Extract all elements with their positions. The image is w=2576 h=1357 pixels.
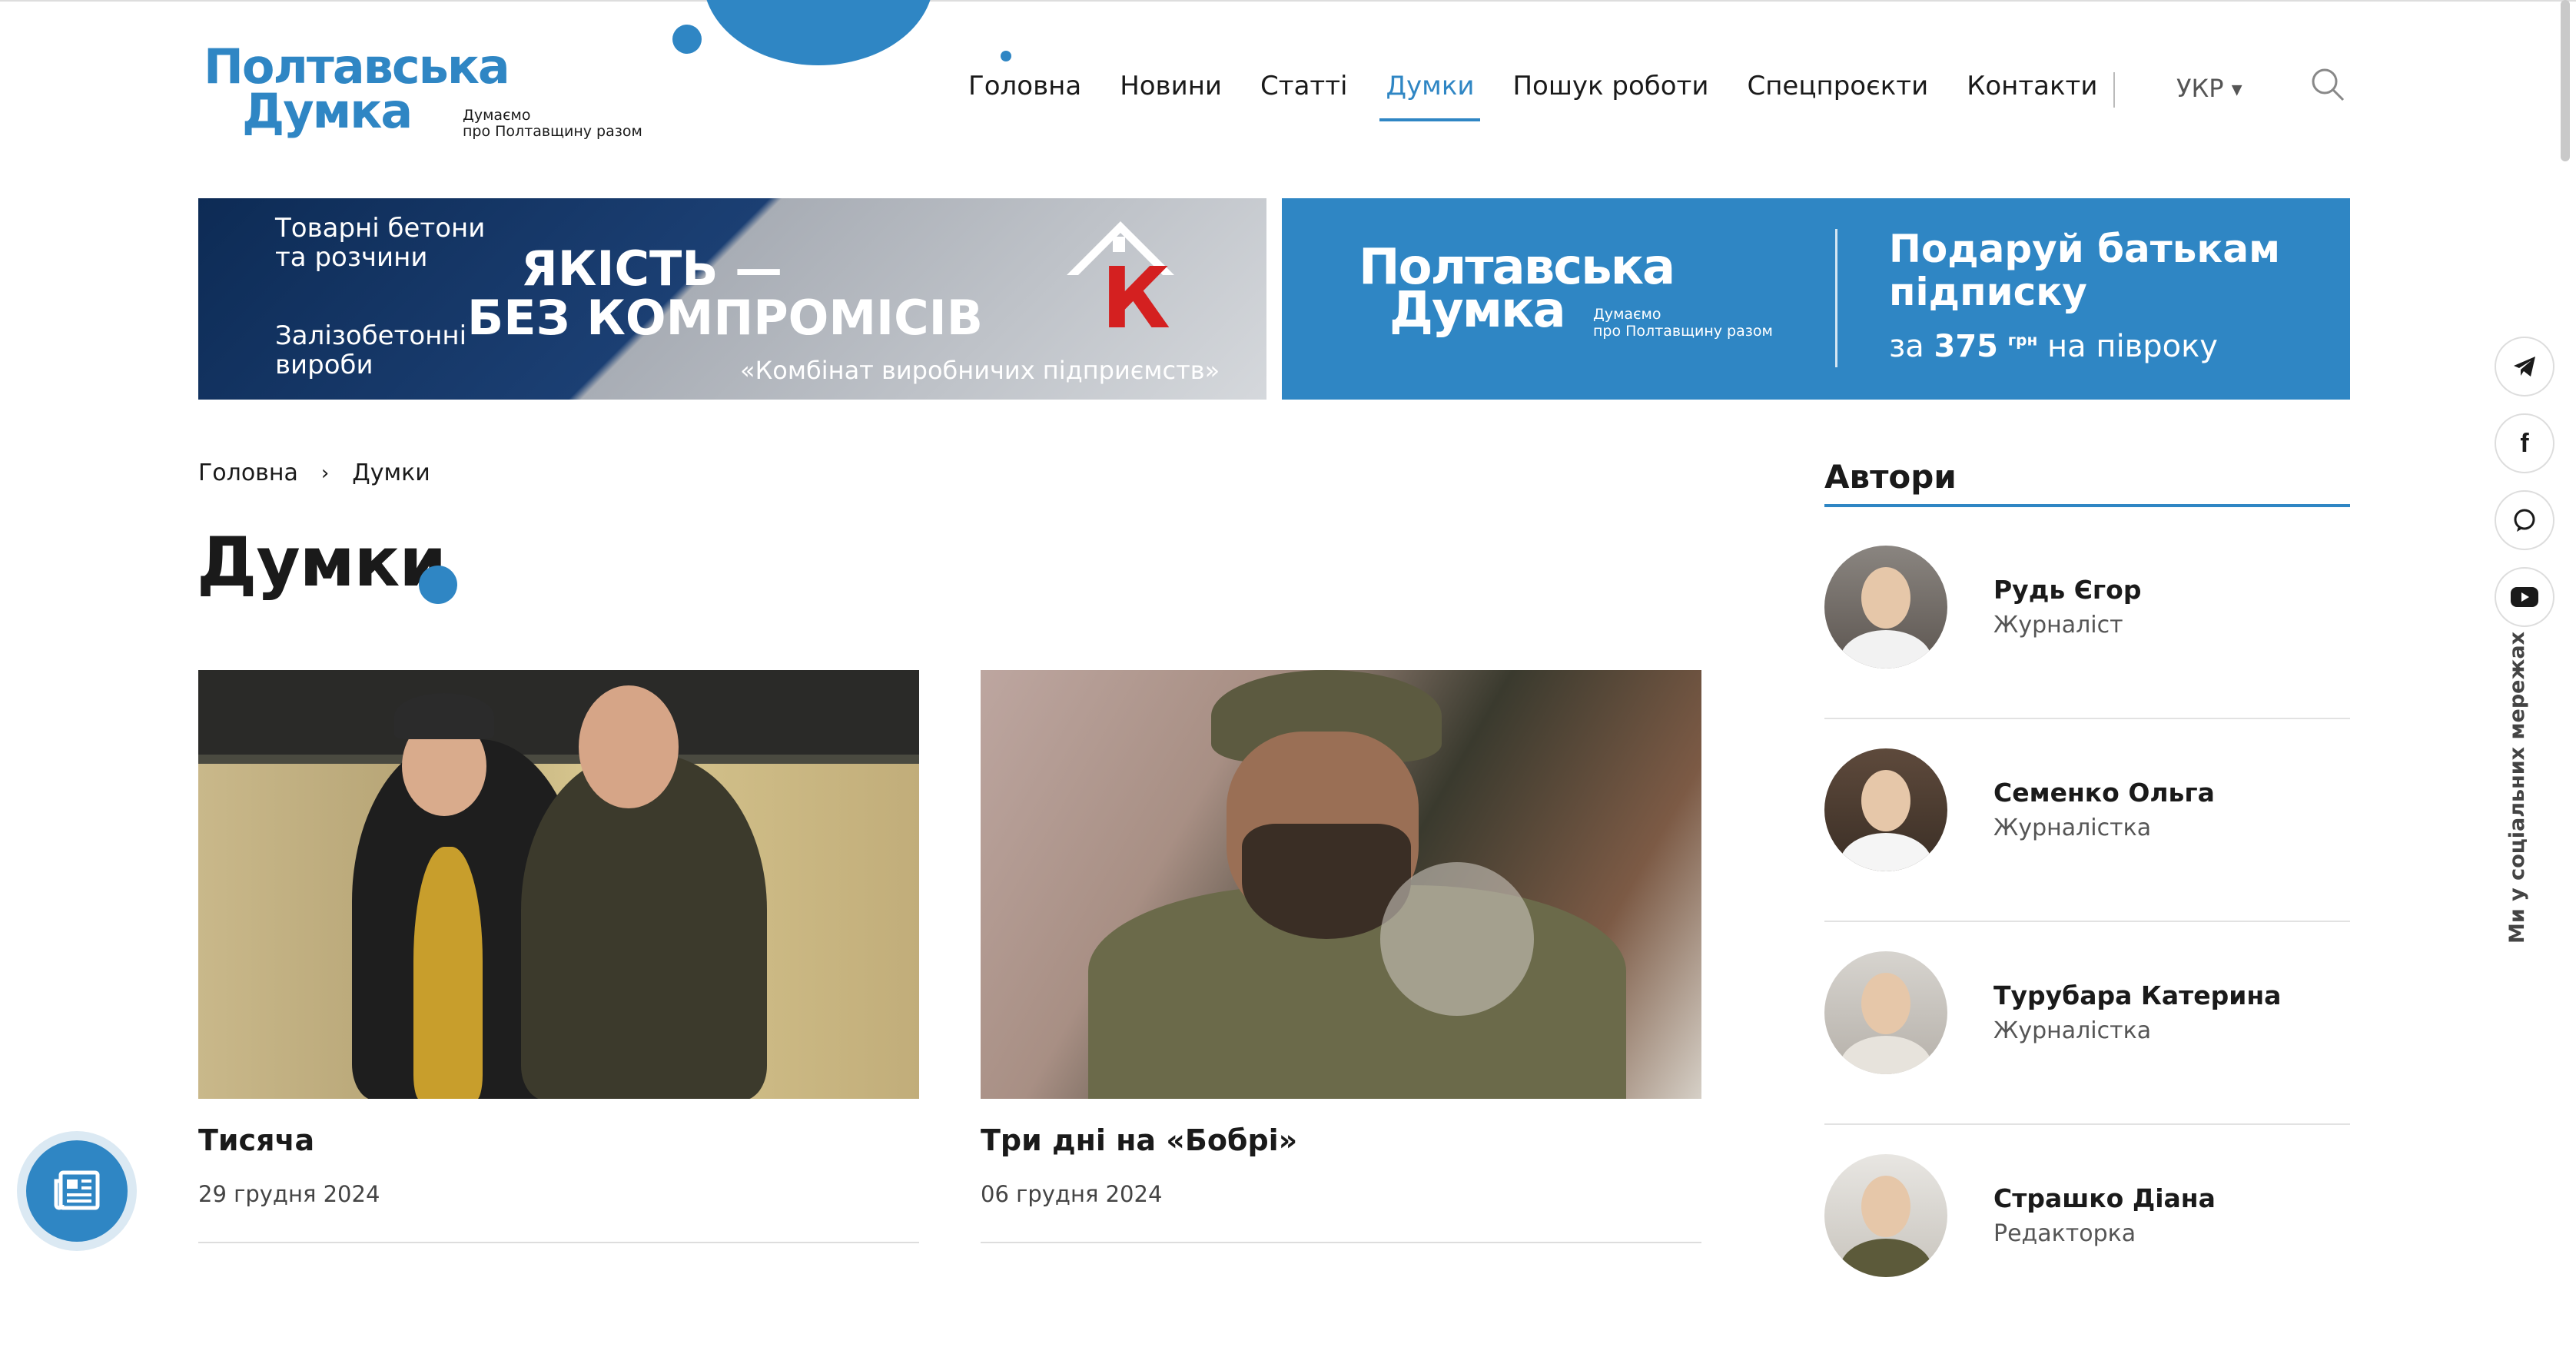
logo-tagline: Думаємо про Полтавщину разом [463,108,642,140]
banner-text-1: Товарні бетони та розчини [275,214,485,272]
avatar-body [1840,630,1932,669]
article-title[interactable]: Тисяча [198,1123,314,1157]
article-title[interactable]: Три дні на «Бобрі» [981,1123,1297,1157]
author-role: Журналістка [1993,815,2152,841]
author-item[interactable]: Турубара Катерина Журналістка [1824,951,2350,1154]
author-name[interactable]: Рудь Єгор [1993,575,2141,605]
page-title: Думки [197,523,446,602]
news-feed-button[interactable] [26,1140,128,1242]
banner-tag-2: про Полтавщину разом [1593,323,1773,340]
company-logo: К [1059,214,1182,344]
author-item[interactable]: Семенко Ольга Журналістка [1824,748,2350,951]
logo-tagline-1: Думаємо [463,107,531,124]
decorative-dot [672,25,702,54]
sidebar-title-underline [1824,504,2350,507]
avatar-face [1861,567,1910,629]
ad-banner-subscription[interactable]: Полтавська Думка Думаємо про Полтавщину … [1282,198,2350,400]
author-role: Редакторка [1993,1220,2136,1247]
nav-divider [2113,72,2115,108]
banner-subtitle: «Комбінат виробничих підприємств» [740,356,1220,385]
logo-letter: К [1101,249,1170,347]
chevron-right-icon: › [320,461,330,485]
avatar [1824,951,1947,1074]
article-image[interactable] [981,670,1701,1099]
article-image[interactable] [198,670,919,1099]
caret-down-icon: ▼ [2231,81,2242,98]
banner-offer-2: підписку [1889,270,2087,314]
author-divider [1824,718,2350,719]
article-date: 29 грудня 2024 [198,1181,380,1207]
language-label: УКР [2176,74,2224,103]
ad-banner-concrete[interactable]: Товарні бетони та розчини Залізобетонні … [198,198,1266,400]
breadcrumb-current: Думки [352,460,430,486]
banner-offer-1: Подаруй батькам [1889,227,2280,271]
facebook-glyph: f [2520,428,2529,458]
article-divider [981,1242,1701,1243]
article-divider [198,1242,919,1243]
banner-offer-headline: Подаруй батькам підписку [1889,227,2280,314]
banner-headline-2: БЕЗ КОМПРОМІСІВ [467,290,983,346]
banner-line: та розчини [275,242,428,273]
author-item[interactable]: Рудь Єгор Журналіст [1824,546,2350,748]
banner-line: вироби [275,350,373,380]
avatar [1824,748,1947,871]
author-name[interactable]: Страшко Діана [1993,1183,2216,1213]
banner-line: Товарні бетони [275,213,486,244]
price-unit: грн [2007,330,2038,350]
author-role: Журналістка [1993,1017,2152,1044]
viber-icon[interactable] [2495,490,2554,550]
logo-tagline-2: про Полтавщину разом [463,123,642,140]
site-logo[interactable]: Полтавська Думка Думаємо про Полтавщину … [204,43,665,144]
avatar-body [1840,833,1932,871]
avatar [1824,546,1947,669]
decorative-blob [703,0,934,65]
banner-logo-tagline: Думаємо про Полтавщину разом [1593,306,1773,340]
scrollbar-thumb[interactable] [2561,0,2570,161]
social-label: Ми у соціальних мережах [2505,632,2529,944]
title-accent-dot [419,566,457,604]
breadcrumb-home[interactable]: Головна [198,460,298,486]
author-divider [1824,921,2350,922]
decorative-dot-small [1001,51,1011,61]
facebook-icon[interactable]: f [2495,413,2554,473]
banner-text-2: Залізобетонні вироби [275,321,466,380]
author-role: Журналіст [1993,612,2123,639]
avatar-face [1861,973,1910,1034]
nav-item-articles[interactable]: Статті [1260,71,1347,109]
avatar [1824,1154,1947,1277]
nav-item-contacts[interactable]: Контакти [1967,71,2097,109]
article-date: 06 грудня 2024 [981,1181,1163,1207]
author-name[interactable]: Турубара Катерина [1993,980,2281,1010]
price-value: 375 [1934,329,1999,364]
language-selector[interactable]: УКР ▼ [2176,74,2242,103]
banner-line: Залізобетонні [275,320,467,351]
author-item[interactable]: Страшко Діана Редакторка [1824,1154,2350,1357]
nav-item-jobs[interactable]: Пошук роботи [1512,71,1708,109]
banner-price: за 375 грн на півроку [1889,329,2218,364]
banner-divider [1835,229,1837,367]
main-nav: Головна Новини Статті Думки Пошук роботи… [968,71,2136,121]
avatar-body [1840,1239,1932,1277]
breadcrumb: Головна › Думки [198,460,430,486]
price-suffix: на півроку [2047,329,2218,364]
nav-item-home[interactable]: Головна [968,71,1081,109]
nav-item-special-projects[interactable]: Спецпроєкти [1747,71,1928,109]
price-prefix: за [1889,329,1924,364]
author-name[interactable]: Семенко Ольга [1993,778,2215,808]
telegram-icon[interactable] [2495,337,2554,396]
nav-item-news[interactable]: Новини [1120,71,1222,109]
banner-headline-1: ЯКІСТЬ — [521,241,783,297]
avatar-face [1861,1176,1910,1237]
youtube-icon[interactable] [2495,567,2554,627]
nav-item-opinions[interactable]: Думки [1379,71,1481,121]
newspaper-icon [54,1170,100,1210]
banner-tag-1: Думаємо [1593,306,1661,323]
avatar-body [1840,1036,1932,1074]
search-icon[interactable] [2309,66,2348,105]
author-divider [1824,1123,2350,1125]
top-border [0,0,2576,2]
banner-headline: ЯКІСТЬ — БЕЗ КОМПРОМІСІВ [467,241,983,343]
avatar-face [1861,770,1910,831]
sidebar-title: Автори [1824,458,1957,496]
